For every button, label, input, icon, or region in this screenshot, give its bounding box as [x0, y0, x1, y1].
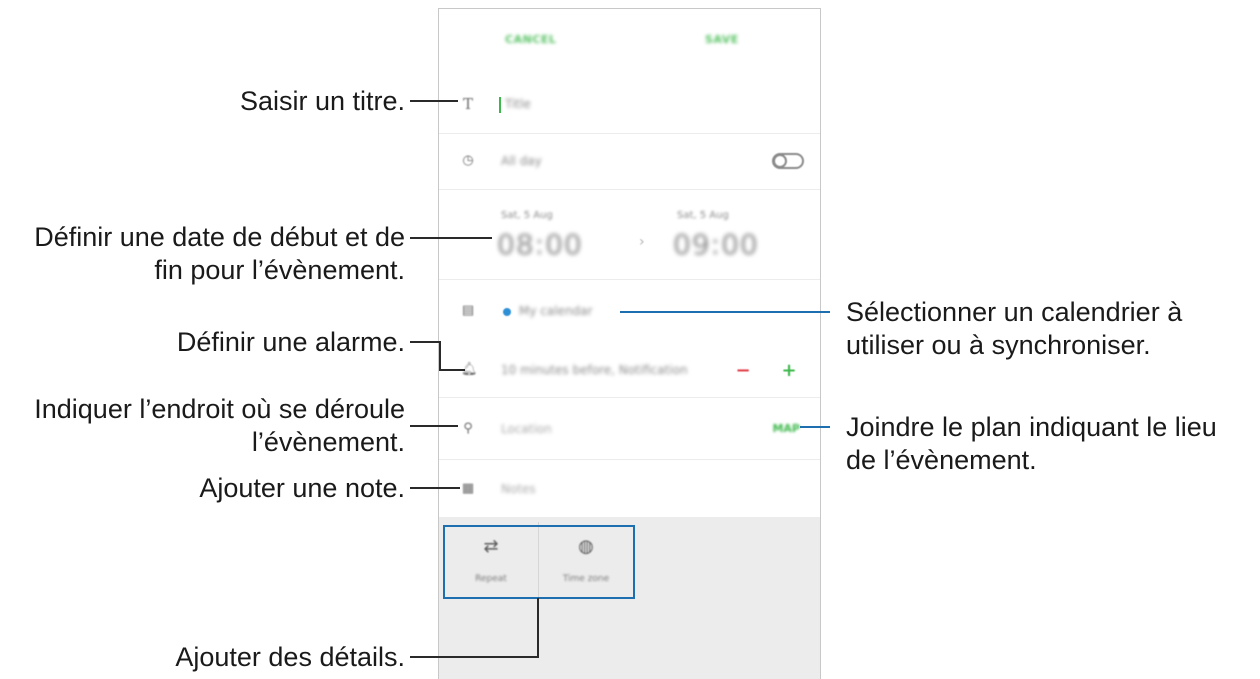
all-day-toggle[interactable] — [772, 153, 804, 169]
callout-line-location — [410, 425, 458, 427]
notes-input[interactable]: Notes — [501, 482, 536, 496]
calendar-row[interactable]: ▤ My calendar — [439, 279, 820, 341]
annotation-note: Ajouter une note. — [199, 473, 405, 503]
annotation-dates-2: fin pour l’évènement. — [154, 255, 405, 285]
all-day-label: All day — [501, 154, 542, 168]
end-time[interactable]: 09:00 — [673, 228, 759, 261]
annotation-calendar-1: Sélectionner un calendrier à — [846, 297, 1183, 327]
clock-icon: ◷ — [462, 153, 474, 168]
reminder-row: 🔔︎ 10 minutes before, Notification − + — [439, 341, 820, 397]
annotation-alarm: Définir une alarme. — [176, 327, 405, 357]
title-row[interactable]: T Title — [439, 77, 820, 133]
start-time[interactable]: 08:00 — [497, 228, 583, 261]
top-action-bar: CANCEL SAVE — [439, 9, 820, 77]
map-button[interactable]: MAP — [772, 422, 800, 435]
annotation-dates-1: Définir une date de début et de — [34, 222, 405, 252]
callout-line-note — [410, 487, 460, 489]
remove-reminder-icon[interactable]: − — [733, 361, 753, 381]
add-reminder-icon[interactable]: + — [779, 361, 799, 381]
callout-line-alarm-h — [410, 341, 440, 343]
callout-line-map — [800, 426, 830, 428]
callout-line-calendar — [620, 311, 830, 313]
callout-line-alarm-h2 — [439, 369, 465, 371]
start-date[interactable]: Sat, 5 Aug — [501, 210, 553, 221]
title-input[interactable]: Title — [505, 97, 531, 111]
annotation-location-1: Indiquer l’endroit où se déroule — [34, 394, 405, 424]
chevron-right-icon: › — [639, 234, 645, 250]
date-time-row: Sat, 5 Aug 08:00 › Sat, 5 Aug 09:00 — [439, 189, 820, 279]
callout-line-details-h — [410, 656, 538, 658]
annotation-title: Saisir un titre. — [239, 86, 405, 116]
details-highlight-box — [443, 525, 635, 599]
text-cursor — [499, 97, 501, 113]
annotation-calendar-2: utiliser ou à synchroniser. — [846, 330, 1151, 360]
location-input[interactable]: Location — [501, 422, 552, 436]
annotation-location-2: l’évènement. — [251, 427, 405, 457]
notes-icon: ▦ — [461, 481, 475, 496]
annotation-map-2: de l’évènement. — [846, 445, 1037, 475]
location-row[interactable]: ⚲ Location MAP — [439, 397, 820, 459]
event-form: CANCEL SAVE T Title ◷ All day Sat, 5 Aug… — [439, 9, 820, 517]
notes-row[interactable]: ▦ Notes — [439, 459, 820, 517]
location-pin-icon: ⚲ — [463, 421, 473, 436]
save-button[interactable]: SAVE — [705, 33, 739, 46]
callout-line-dates — [410, 237, 492, 239]
annotation-map-1: Joindre le plan indiquant le lieu — [846, 412, 1217, 442]
callout-line-title — [410, 100, 458, 102]
text-icon: T — [462, 95, 473, 113]
reminder-text[interactable]: 10 minutes before, Notification — [501, 363, 688, 377]
calendar-color-dot — [503, 308, 511, 316]
calendar-icon: ▤ — [461, 303, 475, 318]
callout-line-alarm-v — [439, 341, 441, 371]
end-date[interactable]: Sat, 5 Aug — [677, 210, 729, 221]
annotation-details: Ajouter des détails. — [175, 642, 405, 672]
callout-line-details-v — [537, 598, 539, 658]
cancel-button[interactable]: CANCEL — [505, 33, 556, 46]
all-day-row[interactable]: ◷ All day — [439, 133, 820, 189]
calendar-name[interactable]: My calendar — [519, 304, 592, 318]
